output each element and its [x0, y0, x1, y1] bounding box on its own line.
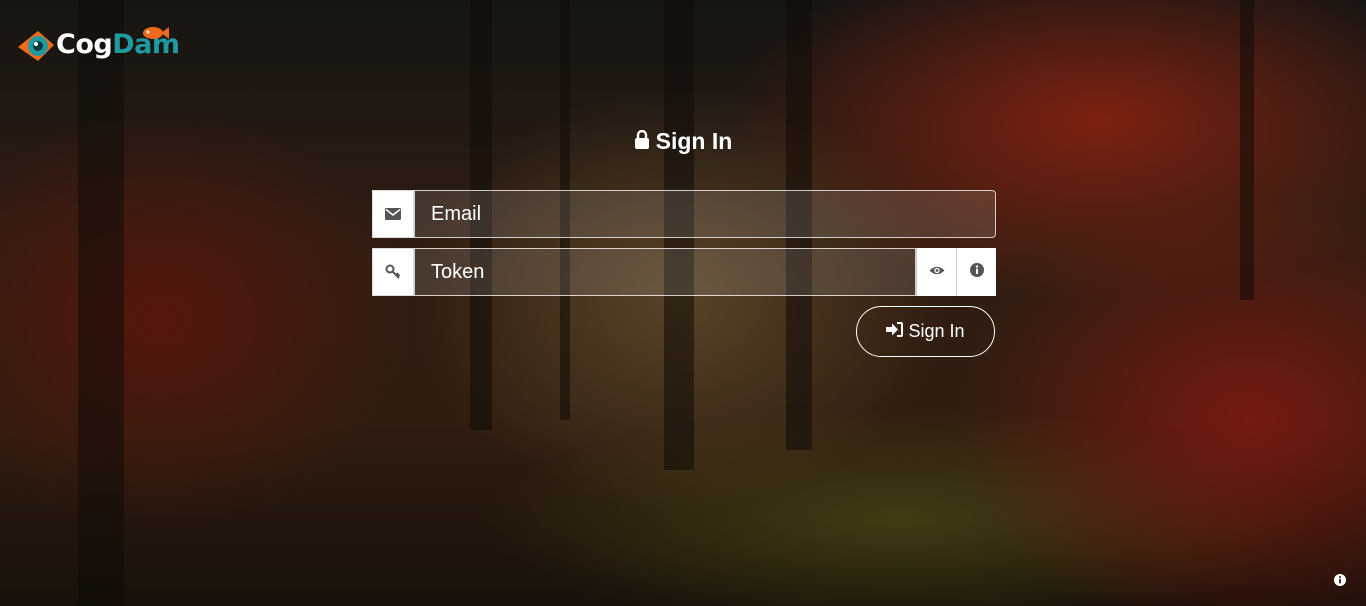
token-info-button[interactable] [956, 248, 996, 296]
lock-icon [634, 128, 656, 155]
show-token-button[interactable] [916, 248, 956, 296]
page-title: Sign In [655, 128, 733, 154]
brand-name-part1: Cog [56, 28, 113, 60]
sign-in-button[interactable]: Sign In [856, 306, 995, 357]
email-group: Email [372, 190, 996, 238]
brand-logo[interactable]: CogDam [16, 22, 180, 66]
cogdam-logo-icon [16, 25, 54, 63]
key-icon [372, 248, 414, 296]
eye-icon [929, 263, 945, 281]
sign-in-icon [886, 321, 908, 342]
sign-in-heading: Sign In [0, 128, 1366, 155]
info-icon[interactable] [1334, 573, 1346, 586]
fish-icon [140, 24, 170, 47]
token-group: Token [372, 248, 996, 296]
email-input[interactable]: Email [414, 190, 996, 238]
envelope-icon [372, 190, 414, 238]
sign-in-button-label: Sign In [908, 321, 965, 341]
token-input[interactable]: Token [414, 248, 916, 296]
info-icon [969, 262, 984, 282]
